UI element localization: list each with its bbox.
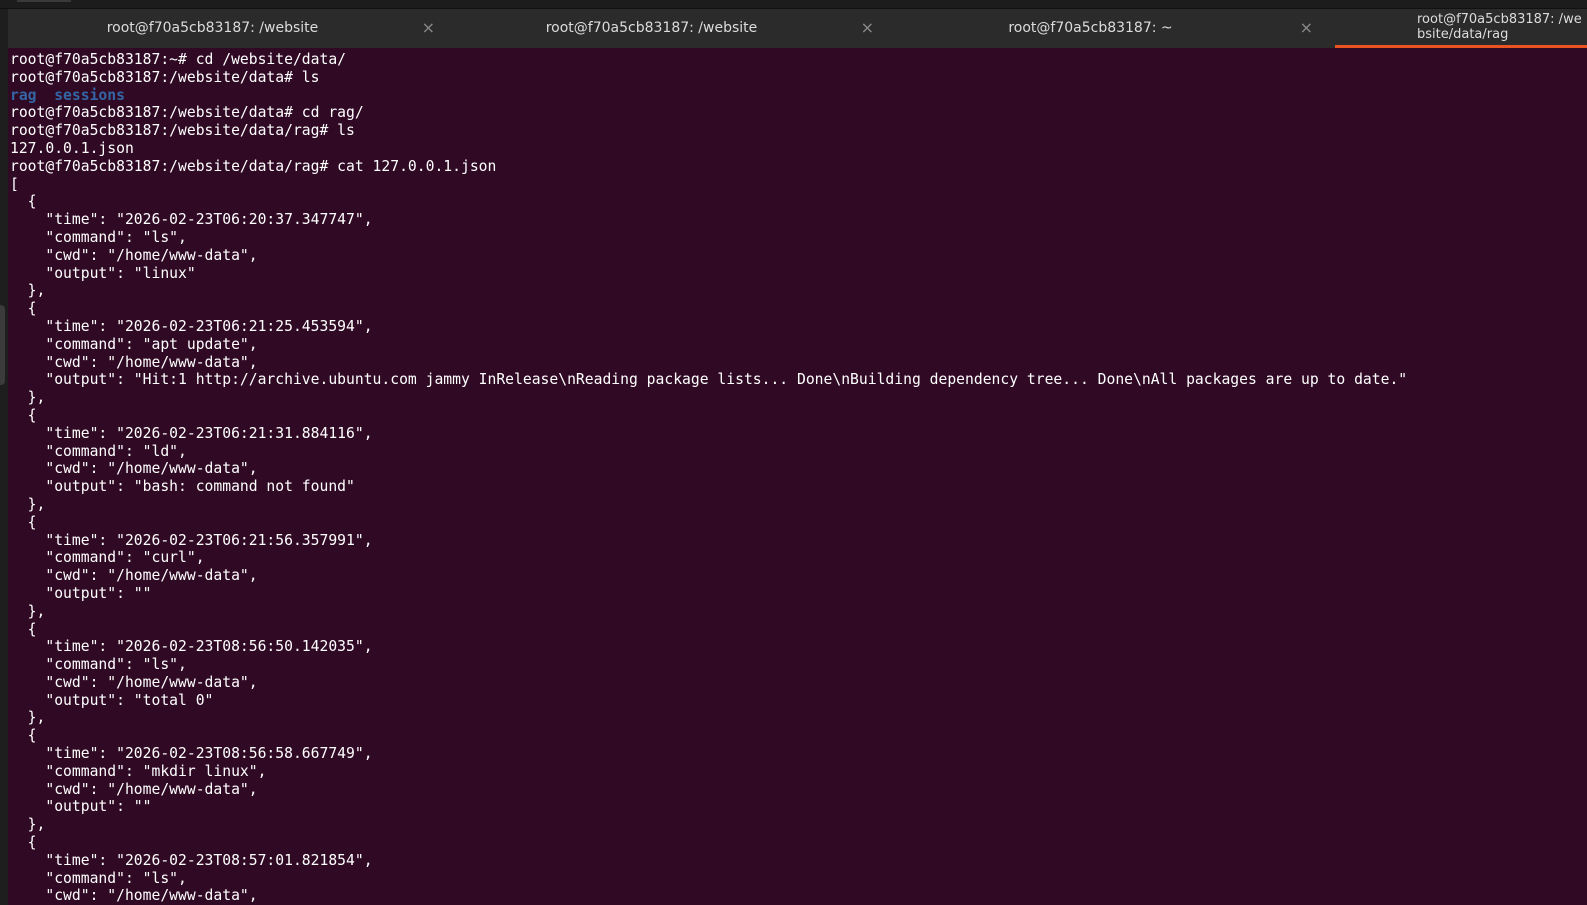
terminal-line: {: [10, 620, 37, 638]
terminal-line: "time": "2026-02-23T06:21:56.357991",: [10, 531, 373, 549]
terminal-line: rag sessions: [10, 86, 125, 104]
tab-4-active[interactable]: root@f70a5cb83187: /website/data/rag: [1335, 9, 1587, 48]
terminal-line: "cwd": "/home/www-data",: [10, 353, 258, 371]
tab-label: root@f70a5cb83187: /website/data/rag: [1417, 12, 1582, 42]
tab-2[interactable]: root@f70a5cb83187: /website ×: [447, 9, 886, 48]
terminal-line: "command": "curl",: [10, 549, 205, 567]
terminal-line: },: [10, 816, 46, 834]
window-top-strip: [0, 0, 1587, 9]
tab-bar: root@f70a5cb83187: /website × root@f70a5…: [8, 9, 1587, 48]
terminal-line: "time": "2026-02-23T08:56:58.667749",: [10, 745, 373, 763]
terminal-line: "command": "mkdir linux",: [10, 762, 267, 780]
terminal-line: "command": "apt update",: [10, 335, 258, 353]
terminal-line: "cwd": "/home/www-data",: [10, 567, 258, 585]
terminal-line: "time": "2026-02-23T06:21:25.453594",: [10, 317, 373, 335]
terminal-line: "output": "": [10, 584, 152, 602]
terminal-line: {: [10, 834, 37, 852]
close-icon[interactable]: ×: [1300, 18, 1313, 37]
terminal-output[interactable]: root@f70a5cb83187:~# cd /website/data/ro…: [8, 48, 1587, 905]
terminal-line: root@f70a5cb83187:/website/data# ls: [10, 68, 320, 86]
tab-3[interactable]: root@f70a5cb83187: ~ ×: [886, 9, 1325, 48]
terminal-line: 127.0.0.1.json: [10, 139, 134, 157]
terminal-line: "cwd": "/home/www-data",: [10, 673, 258, 691]
tab-label: root@f70a5cb83187: ~: [1008, 20, 1173, 36]
terminal-line: "command": "ls",: [10, 656, 187, 674]
terminal-line: {: [10, 406, 37, 424]
terminal-line: {: [10, 300, 37, 318]
terminal-line: "command": "ld",: [10, 442, 187, 460]
terminal-line: root@f70a5cb83187:/website/data/rag# ls: [10, 122, 355, 140]
terminal-line: "time": "2026-02-23T08:56:50.142035",: [10, 638, 373, 656]
terminal-line: [: [10, 175, 19, 193]
tab-label: root@f70a5cb83187: /website: [545, 20, 758, 36]
terminal-line: "time": "2026-02-23T06:21:31.884116",: [10, 424, 373, 442]
terminal-line: "time": "2026-02-23T06:20:37.347747",: [10, 211, 373, 229]
terminal-line: "cwd": "/home/www-data",: [10, 887, 258, 905]
terminal-line: },: [10, 282, 46, 300]
left-edge: [0, 9, 8, 905]
terminal-line: "output": "": [10, 798, 152, 816]
terminal-line: "output": "total 0": [10, 691, 214, 709]
terminal-line: "time": "2026-02-23T08:57:01.821854",: [10, 851, 373, 869]
terminal-line: "output": "bash: command not found": [10, 478, 355, 496]
window-button[interactable]: [17, 0, 71, 2]
terminal-line: },: [10, 709, 46, 727]
terminal-line: root@f70a5cb83187:/website/data# cd rag/: [10, 104, 364, 122]
terminal-line: "cwd": "/home/www-data",: [10, 246, 258, 264]
terminal-line: "output": "linux": [10, 264, 196, 282]
terminal-line: root@f70a5cb83187:/website/data/rag# cat…: [10, 157, 497, 175]
terminal-line: {: [10, 193, 37, 211]
terminal-line: "output": "Hit:1 http://archive.ubuntu.c…: [10, 371, 1408, 389]
terminal-line: },: [10, 389, 46, 407]
tab-1[interactable]: root@f70a5cb83187: /website ×: [8, 9, 447, 48]
terminal-line: {: [10, 513, 37, 531]
terminal-line: root@f70a5cb83187:~# cd /website/data/: [10, 51, 347, 68]
terminal-line: "command": "ls",: [10, 228, 187, 246]
terminal-line: },: [10, 602, 46, 620]
terminal-line: {: [10, 727, 37, 745]
side-panel-handle[interactable]: [0, 305, 5, 385]
tab-label: root@f70a5cb83187: /website: [106, 20, 319, 36]
close-icon[interactable]: ×: [861, 18, 874, 37]
terminal-line: "cwd": "/home/www-data",: [10, 460, 258, 478]
terminal-text: root@f70a5cb83187:~# cd /website/data/ro…: [8, 48, 1587, 905]
terminal-line: "command": "ls",: [10, 869, 187, 887]
terminal-line: },: [10, 495, 46, 513]
close-icon[interactable]: ×: [422, 18, 435, 37]
terminal-line: "cwd": "/home/www-data",: [10, 780, 258, 798]
